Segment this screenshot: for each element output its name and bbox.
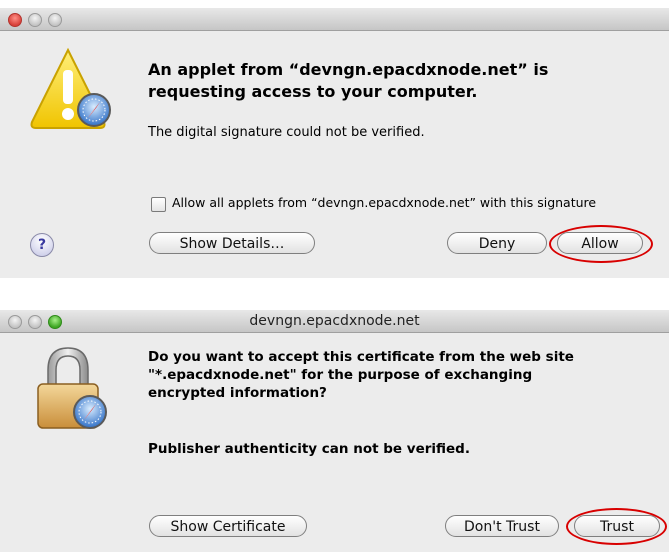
allow-all-applets-checkbox[interactable] [151,197,166,212]
minimize-window-button[interactable] [28,13,42,27]
window-titlebar: devngn.epacdxnode.net [0,310,669,333]
lock-icon [37,347,107,429]
trust-highlight-ring [566,508,667,545]
certificate-question: Do you want to accept this certificate f… [148,349,574,401]
window-titlebar [0,8,669,31]
show-details-button[interactable]: Show Details… [149,232,315,254]
window-title: devngn.epacdxnode.net [249,313,420,329]
close-window-button[interactable] [8,13,22,27]
allow-all-applets-label[interactable]: Allow all applets from “devngn.epacdxnod… [172,195,596,211]
show-certificate-button[interactable]: Show Certificate [149,515,307,537]
applet-dialog-headline: An applet from “devngn.epacdxnode.net” i… [148,60,549,101]
allow-highlight-ring [549,225,653,263]
dont-trust-button[interactable]: Don't Trust [445,515,559,537]
applet-dialog-message: The digital signature could not be verif… [148,125,425,140]
help-button[interactable]: ? [30,233,54,257]
zoom-window-button[interactable] [48,13,62,27]
warning-icon [30,47,111,129]
deny-button[interactable]: Deny [447,232,547,254]
certificate-trust-dialog: devngn.epacdxnode.net Do you want to acc… [0,310,669,552]
applet-security-dialog: An applet from “devngn.epacdxnode.net” i… [0,8,669,278]
publisher-authenticity-note: Publisher authenticity can not be verifi… [148,441,470,457]
